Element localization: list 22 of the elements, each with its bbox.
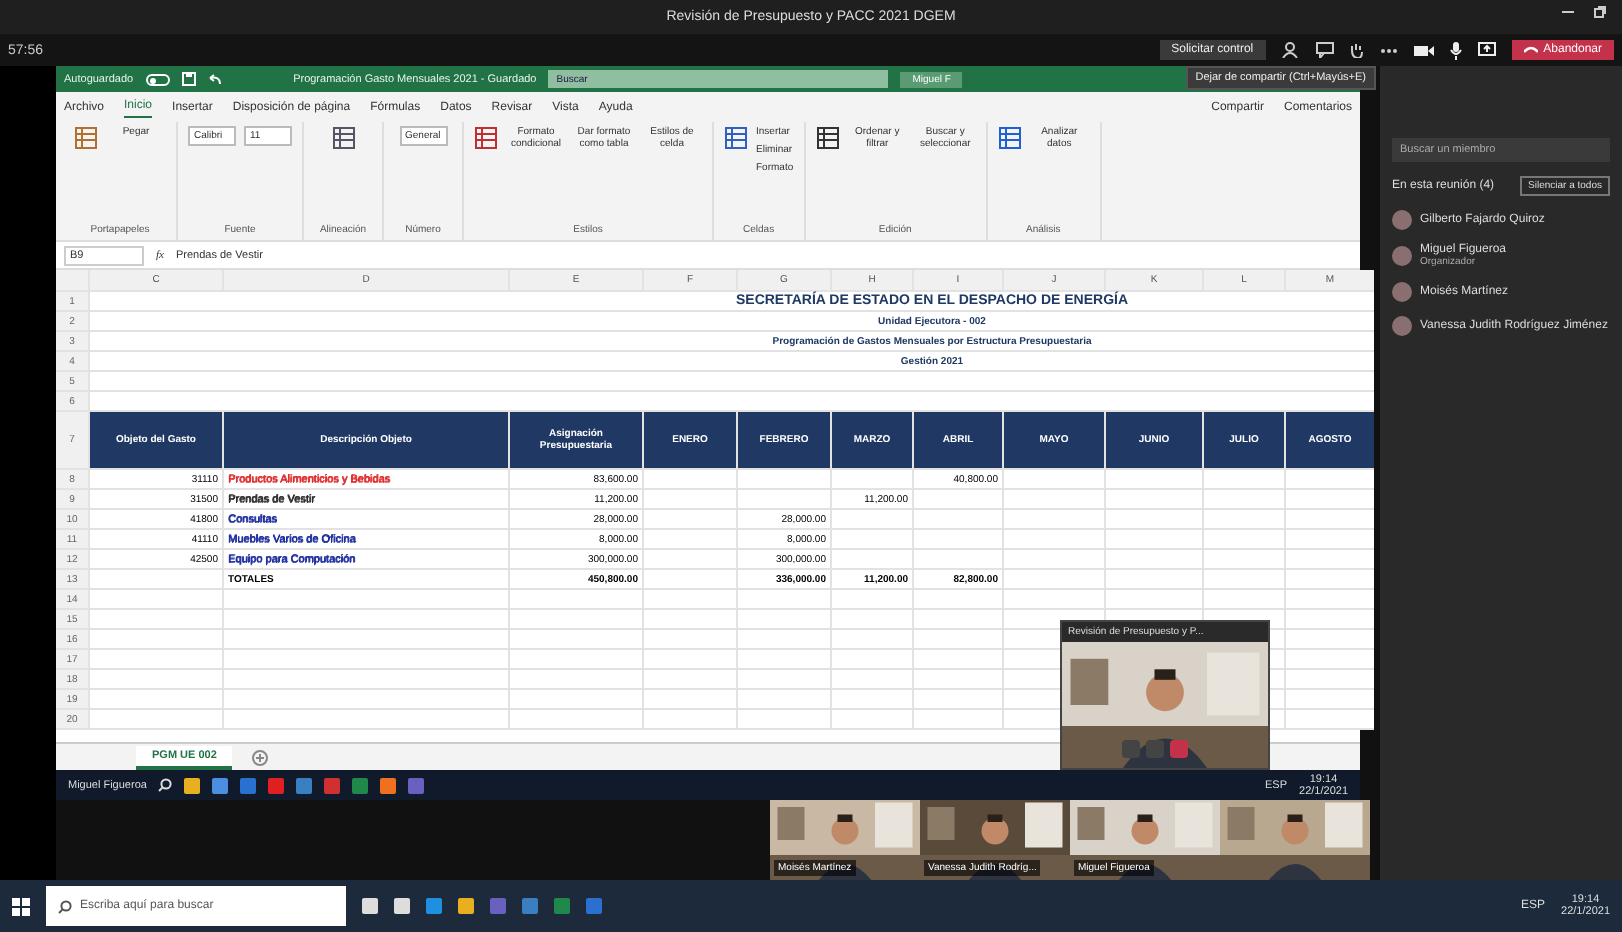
undo-icon[interactable] [207,73,222,85]
toolbar-icon[interactable] [724,126,748,150]
add-sheet-icon[interactable] [252,749,269,765]
microphone-icon[interactable] [1449,41,1462,59]
toolbar-icon[interactable] [997,126,1022,150]
share-screen-icon[interactable] [1477,42,1496,58]
autosave-toggle[interactable] [145,73,170,85]
minimize-icon[interactable] [1562,6,1574,18]
save-icon[interactable] [181,72,196,86]
people-icon[interactable] [1281,42,1300,58]
windows-start-icon[interactable] [12,897,30,915]
chat-icon[interactable] [1315,42,1334,58]
search-icon[interactable] [158,778,173,792]
search-icon [58,899,72,913]
toolbar-icon[interactable] [815,126,840,150]
toolbar-icon[interactable] [331,126,355,150]
toolbar-icon[interactable] [474,126,498,150]
camera-icon[interactable] [1413,43,1434,57]
phone-icon [1523,46,1538,54]
hand-icon[interactable] [1349,42,1364,58]
more-icon[interactable] [1379,47,1398,53]
restore-icon[interactable] [1594,6,1606,18]
